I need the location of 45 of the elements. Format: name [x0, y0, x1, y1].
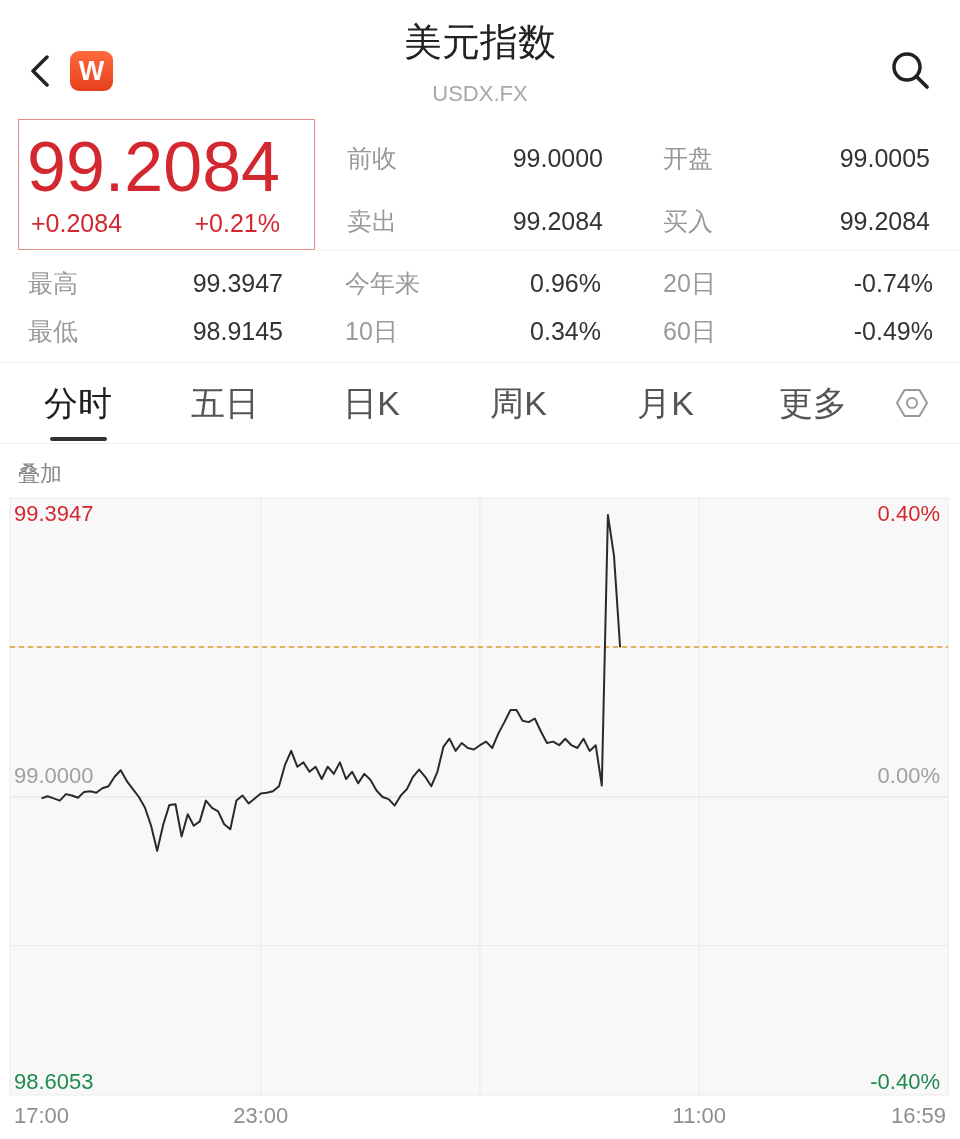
stat-label: 20日 — [663, 268, 716, 298]
stat-value: 99.0000 — [512, 142, 603, 173]
stat-label: 今年来 — [345, 268, 420, 298]
back-icon[interactable] — [30, 55, 50, 87]
stat-value: 0.96% — [530, 268, 601, 298]
stat-label: 买入 — [663, 205, 713, 236]
percent-axis-label: 0.40% — [877, 500, 940, 526]
chart-tab[interactable]: 日K — [298, 363, 445, 443]
stat-value: 98.9145 — [192, 316, 283, 346]
stat-value: -0.49% — [853, 316, 933, 346]
chart-tab[interactable]: 更多 — [739, 363, 886, 443]
time-axis-label: 11:00 — [672, 1103, 726, 1128]
chart-tab[interactable]: 分时 — [4, 363, 151, 443]
stat-label: 最低 — [28, 316, 78, 346]
app-logo: W — [70, 51, 113, 91]
last-price: 99.2084 — [27, 127, 281, 208]
stat-label: 60日 — [663, 316, 716, 346]
page-title: 美元指数 — [404, 20, 556, 65]
price-axis-label: 99.0000 — [14, 762, 94, 788]
search-icon[interactable] — [890, 50, 930, 90]
stat-value: 99.2084 — [512, 205, 603, 236]
stat-label: 最高 — [28, 268, 78, 298]
price-axis-label: 99.3947 — [14, 500, 94, 526]
stat-value: 0.34% — [530, 316, 601, 346]
percent-change: +0.21% — [194, 208, 280, 238]
stat-label: 卖出 — [347, 205, 397, 236]
time-axis-label: 23:00 — [233, 1103, 289, 1128]
chart-tab[interactable]: 五日 — [151, 363, 298, 443]
stat-value: 99.2084 — [839, 205, 930, 236]
stat-label: 前收 — [347, 142, 397, 173]
stat-value: -0.74% — [853, 268, 933, 298]
price-change: +0.2084 — [31, 208, 123, 238]
stat-label: 开盘 — [663, 142, 713, 173]
percent-axis-label: -0.40% — [870, 1068, 940, 1094]
stat-label: 10日 — [345, 316, 398, 346]
stat-value: 99.0005 — [839, 142, 930, 173]
price-axis-label: 98.6053 — [14, 1068, 94, 1094]
chart-tab[interactable]: 周K — [445, 363, 592, 443]
ticker-symbol: USDX.FX — [432, 80, 528, 108]
settings-icon[interactable] — [895, 386, 929, 420]
stat-value: 99.3947 — [192, 268, 283, 298]
time-axis-label: 16:59 — [890, 1103, 947, 1128]
chart-tab[interactable]: 月K — [592, 363, 739, 443]
time-axis-label: 17:00 — [13, 1103, 70, 1128]
percent-axis-label: 0.00% — [877, 762, 940, 788]
